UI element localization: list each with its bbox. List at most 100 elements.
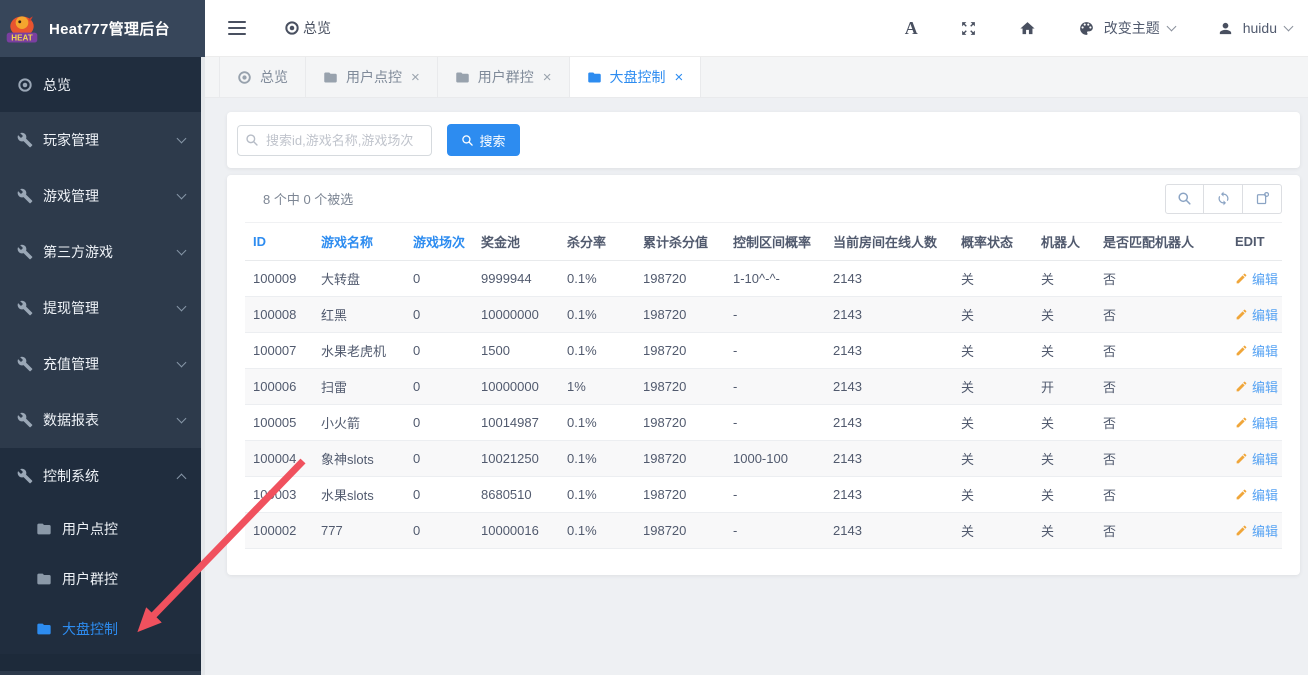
games-table: ID 游戏名称 游戏场次 奖金池 杀分率 累计杀分值 控制区间概率 当前房间在线… [245,222,1282,549]
table-cell: 0.1% [559,261,635,297]
user-dropdown[interactable]: huidu [1217,20,1292,37]
table-row: 100006扫雷0100000001%198720-2143关开否编辑 [245,369,1282,405]
close-tab-icon[interactable]: × [411,70,420,85]
edit-button[interactable]: 编辑 [1235,413,1278,432]
column-header-game-name[interactable]: 游戏名称 [313,223,405,261]
tab-user-point-control[interactable]: 用户点控 × [306,57,438,97]
search-button[interactable]: 搜索 [447,124,520,156]
column-header-game-session[interactable]: 游戏场次 [405,223,473,261]
page-content: 搜索 8 个中 0 个被选 [205,98,1308,675]
edit-button[interactable]: 编辑 [1235,305,1278,324]
tab-label: 用户点控 [346,67,402,87]
table-cell: 100008 [245,297,313,333]
fullscreen-button[interactable] [960,20,977,37]
table-cell: 否 [1095,333,1227,369]
close-tab-icon[interactable]: × [675,70,684,85]
table-cell: 水果老虎机 [313,333,405,369]
sidebar-item-game-management[interactable]: 游戏管理 [0,168,205,224]
table-cell: 否 [1095,513,1227,549]
menu-toggle-icon[interactable] [228,21,246,35]
edit-label: 编辑 [1252,485,1278,504]
table-cell: 大转盘 [313,261,405,297]
sidebar-item-label: 游戏管理 [43,186,99,206]
chevron-down-icon [177,245,187,255]
sidebar-item-market-control[interactable]: 大盘控制 [0,604,205,654]
table-cell: 关 [953,369,1033,405]
sidebar-item-label: 充值管理 [43,354,99,374]
sidebar-scrollbar[interactable] [201,57,205,675]
pencil-icon [1235,308,1248,321]
table-cell: 1000-100 [725,441,825,477]
home-icon [1019,20,1036,37]
table-cell: 红黑 [313,297,405,333]
folder-icon [455,70,470,85]
wrench-icon [17,244,33,260]
tab-overview[interactable]: 总览 [219,57,306,97]
table-export-button[interactable] [1243,184,1282,214]
tab-market-control[interactable]: 大盘控制 × [570,57,702,97]
sidebar-item-recharge-management[interactable]: 充值管理 [0,336,205,392]
table-cell: 关 [1033,477,1095,513]
theme-dropdown[interactable]: 改变主题 [1078,18,1175,38]
table-cell: 否 [1095,477,1227,513]
sidebar-item-user-point-control[interactable]: 用户点控 [0,504,205,554]
table-cell: 2143 [825,477,953,513]
sidebar-item-withdrawal-management[interactable]: 提现管理 [0,280,205,336]
palette-icon [1078,20,1095,37]
table-cell: 否 [1095,261,1227,297]
table-cell: 10021250 [473,441,559,477]
table-refresh-button[interactable] [1204,184,1243,214]
home-button[interactable] [1019,20,1036,37]
close-tab-icon[interactable]: × [543,70,552,85]
table-cell: 100005 [245,405,313,441]
sidebar-item-label: 数据报表 [43,410,99,430]
breadcrumb[interactable]: 总览 [284,18,331,38]
chevron-down-icon [177,413,187,423]
edit-label: 编辑 [1252,305,1278,324]
app-logo: HEAT [4,13,40,45]
edit-button[interactable]: 编辑 [1235,269,1278,288]
column-header-id[interactable]: ID [245,223,313,261]
table-cell: 10000016 [473,513,559,549]
sidebar-item-control-system[interactable]: 控制系统 [0,448,205,504]
table-cell: 关 [953,405,1033,441]
table-cell: 关 [1033,513,1095,549]
tab-user-group-control[interactable]: 用户群控 × [438,57,570,97]
table-search-button[interactable] [1165,184,1204,214]
pencil-icon [1235,488,1248,501]
edit-button[interactable]: 编辑 [1235,377,1278,396]
sidebar-item-label: 控制系统 [43,466,99,486]
edit-label: 编辑 [1252,521,1278,540]
sidebar-item-overview[interactable]: 总览 [0,57,205,112]
column-header-probability-status: 概率状态 [953,223,1033,261]
sidebar-item-label: 总览 [43,75,71,95]
search-input[interactable] [237,125,432,156]
table-cell: 198720 [635,369,725,405]
edit-cell: 编辑 [1227,333,1282,369]
pencil-icon [1235,344,1248,357]
table-cell: - [725,405,825,441]
sidebar-item-player-management[interactable]: 玩家管理 [0,112,205,168]
font-size-button[interactable]: A [905,18,918,39]
table-cell: 100004 [245,441,313,477]
sidebar-item-data-reports[interactable]: 数据报表 [0,392,205,448]
edit-cell: 编辑 [1227,369,1282,405]
sidebar-item-third-party-games[interactable]: 第三方游戏 [0,224,205,280]
table-cell: 关 [953,333,1033,369]
table-row: 100003水果slots086805100.1%198720-2143关关否编… [245,477,1282,513]
edit-button[interactable]: 编辑 [1235,521,1278,540]
navbar-actions: A 改变主题 huidu [863,18,1292,39]
table-cell: 关 [1033,333,1095,369]
edit-button[interactable]: 编辑 [1235,341,1278,360]
main-area: 总览 A 改变主题 huidu 总览 [205,0,1308,675]
edit-button[interactable]: 编辑 [1235,449,1278,468]
sidebar-item-user-group-control[interactable]: 用户群控 [0,554,205,604]
table-cell: 1500 [473,333,559,369]
table-cell: 否 [1095,297,1227,333]
table-cell: 关 [1033,261,1095,297]
table-cell: 198720 [635,405,725,441]
table-cell: - [725,333,825,369]
edit-button[interactable]: 编辑 [1235,485,1278,504]
sidebar-item-label: 提现管理 [43,298,99,318]
search-toolbar: 搜索 [227,112,1300,168]
